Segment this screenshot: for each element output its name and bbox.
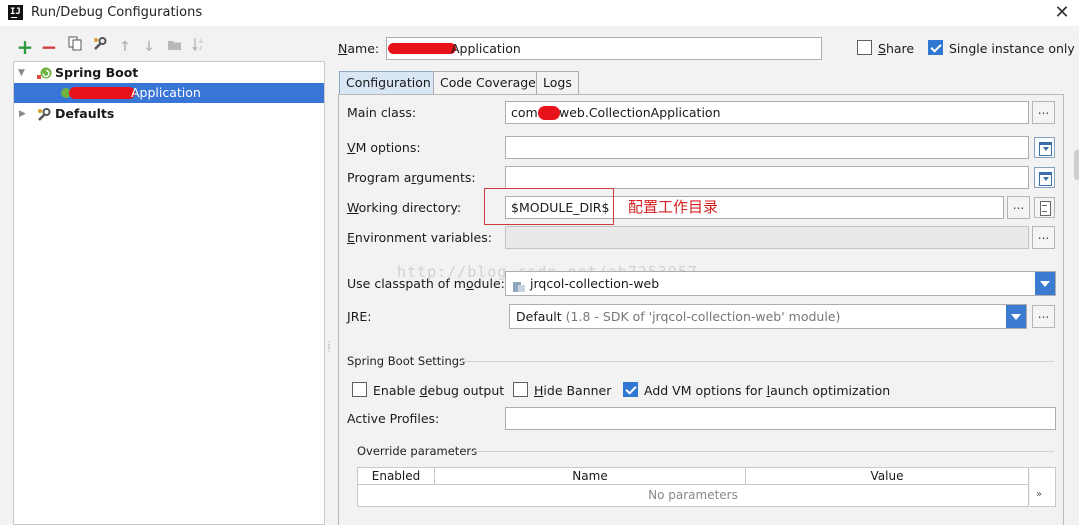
hide-banner-label: Hide Banner: [534, 383, 612, 398]
program-arguments-label: Program arguments:: [347, 170, 476, 185]
svg-text:a: a: [199, 38, 203, 45]
program-arguments-expand-icon[interactable]: [1034, 167, 1055, 188]
single-instance-label: Single instance only: [949, 41, 1075, 56]
share-checkbox[interactable]: [857, 40, 872, 55]
vm-options-label: VM options:: [347, 140, 421, 155]
jre-dropdown-arrow-icon[interactable]: [1006, 305, 1026, 328]
section-divider: [470, 451, 1054, 452]
vm-options-input[interactable]: [505, 136, 1029, 159]
redaction-mark: [69, 87, 135, 99]
main-class-label: Main class:: [347, 105, 417, 120]
jre-dropdown[interactable]: Default (1.8 - SDK of 'jrqcol-collection…: [509, 304, 1027, 329]
remove-config-icon[interactable]: −: [39, 36, 59, 58]
sort-alphabetically-icon[interactable]: az: [189, 36, 209, 58]
redaction-mark: [388, 43, 456, 54]
column-header-value[interactable]: Value: [746, 468, 1028, 485]
table-side-panel: [1030, 467, 1056, 507]
more-chevron-icon[interactable]: »: [1036, 489, 1042, 500]
jre-label: JRE:: [347, 309, 372, 324]
close-button[interactable]: ✕: [1051, 2, 1073, 24]
folder-icon[interactable]: [164, 36, 184, 58]
empty-table-text: No parameters: [648, 488, 738, 502]
svg-text:z: z: [199, 45, 202, 52]
defaults-wrench-icon: [36, 107, 52, 128]
add-config-icon[interactable]: +: [15, 36, 35, 58]
classpath-module-value: jrqcol-collection-web: [530, 276, 660, 291]
column-header-enabled[interactable]: Enabled: [358, 468, 435, 485]
annotation-highlight-box: [484, 188, 614, 225]
working-directory-browse-button[interactable]: ...: [1007, 196, 1030, 219]
tree-label-spring-boot: Spring Boot: [55, 65, 139, 80]
jre-value: Default: [516, 309, 562, 324]
intellij-app-icon: IJ: [8, 5, 23, 20]
jre-browse-button[interactable]: ...: [1032, 305, 1055, 328]
tree-item-spring-boot[interactable]: ▼ Spring Boot: [14, 63, 324, 83]
name-label: Name:: [338, 41, 380, 56]
classpath-module-dropdown[interactable]: jrqcol-collection-web: [505, 271, 1056, 296]
environment-variables-input[interactable]: [505, 226, 1029, 249]
move-up-icon[interactable]: ↑: [115, 36, 135, 58]
copy-config-icon[interactable]: [65, 36, 85, 58]
column-header-name[interactable]: Name: [435, 468, 746, 485]
window-edge-handle: [1074, 150, 1079, 180]
section-divider: [460, 361, 1054, 362]
active-profiles-input[interactable]: [505, 407, 1056, 430]
enable-debug-checkbox[interactable]: [352, 382, 367, 397]
annotation-text: 配置工作目录: [628, 198, 719, 216]
main-class-browse-button[interactable]: ...: [1032, 101, 1055, 124]
tab-code-coverage[interactable]: Code Coverage: [433, 71, 543, 94]
main-class-input[interactable]: com. web.CollectionApplication: [505, 101, 1029, 124]
add-vm-options-checkbox[interactable]: [623, 382, 638, 397]
override-parameters-title: Override parameters: [357, 444, 478, 458]
working-directory-macro-icon[interactable]: [1034, 197, 1055, 218]
active-profiles-label: Active Profiles:: [347, 411, 440, 426]
splitter-grip-icon[interactable]: ⋮ ⋮: [325, 341, 333, 357]
tree-label-application: Application: [131, 85, 201, 100]
tree-item-application[interactable]: Application: [14, 83, 324, 103]
working-directory-label: Working directory:: [347, 200, 462, 215]
environment-variables-label: Environment variables:: [347, 230, 492, 245]
spring-boot-settings-title: Spring Boot Settings: [347, 354, 466, 368]
collapse-arrow-icon[interactable]: ▼: [18, 63, 25, 83]
module-icon: [512, 277, 526, 295]
config-tree: ▼ Spring Boot Application ▶ Defaults: [13, 61, 325, 525]
add-vm-options-label: Add VM options for launch optimization: [644, 383, 891, 398]
name-input-value: Application: [451, 41, 521, 56]
expand-arrow-icon[interactable]: ▶: [19, 104, 26, 124]
override-parameters-table: Enabled Name Value No parameters: [357, 467, 1029, 507]
share-label: Share: [878, 41, 915, 56]
program-arguments-input[interactable]: [505, 166, 1029, 189]
environment-variables-browse-button[interactable]: ...: [1032, 226, 1055, 249]
tree-item-defaults[interactable]: ▶ Defaults: [14, 104, 324, 124]
tree-label-defaults: Defaults: [55, 106, 115, 121]
window-title: Run/Debug Configurations: [31, 5, 203, 20]
tab-logs[interactable]: Logs: [536, 71, 579, 94]
edit-defaults-wrench-icon[interactable]: [90, 36, 110, 58]
hide-banner-checkbox[interactable]: [513, 382, 528, 397]
redaction-mark: [538, 106, 560, 120]
single-instance-checkbox[interactable]: [928, 40, 943, 55]
tab-configuration[interactable]: Configuration: [339, 71, 438, 95]
main-class-suffix: web.CollectionApplication: [559, 105, 721, 120]
vm-options-expand-icon[interactable]: [1034, 137, 1055, 158]
name-input[interactable]: Application: [386, 37, 822, 60]
config-toolbar: + − ↑ ↓ az: [0, 36, 330, 60]
classpath-dropdown-arrow-icon[interactable]: [1035, 272, 1055, 295]
classpath-module-label: Use classpath of module:: [347, 276, 505, 291]
enable-debug-label: Enable debug output: [373, 383, 505, 398]
jre-value-detail: (1.8 - SDK of 'jrqcol-collection-web' mo…: [565, 309, 841, 324]
move-down-icon[interactable]: ↓: [139, 36, 159, 58]
